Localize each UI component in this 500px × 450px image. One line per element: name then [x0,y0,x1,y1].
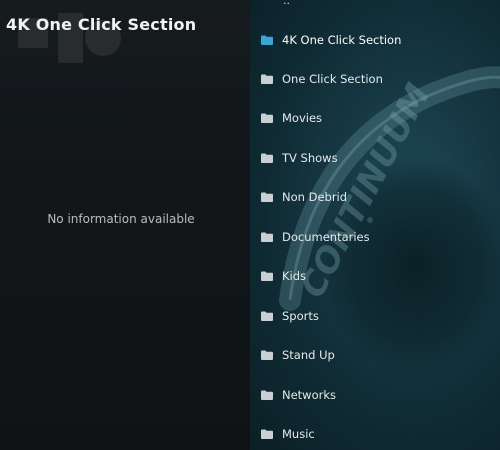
info-panel: 4K One Click Section No information avai… [0,0,250,450]
section-title: 4K One Click Section [6,15,197,34]
menu-item-label: Kids [282,269,307,283]
folder-icon [261,429,273,439]
menu-item-label: Music [282,427,315,441]
menu-item-label: Movies [282,111,323,125]
folder-icon [261,390,273,400]
menu-item-4k-one-click-section[interactable]: 4K One Click Section [250,28,500,52]
menu-item-label: Sports [282,309,319,323]
menu-item-sports[interactable]: Sports [250,304,500,328]
menu-item-music[interactable]: Music [250,422,500,446]
folder-icon [261,35,273,45]
info-placeholder-text: No information available [47,212,195,226]
menu-item-label: TV Shows [282,151,338,165]
folder-icon [261,311,273,321]
menu-item-label: 4K One Click Section [282,33,402,47]
menu-item-label: One Click Section [282,72,383,86]
folder-icon [261,113,273,123]
menu-item-label: Stand Up [282,348,335,362]
menu-item-stand-up[interactable]: Stand Up [250,343,500,367]
menu-item-one-click-section[interactable]: One Click Section [250,67,500,91]
folder-icon [261,74,273,84]
menu-item-kids[interactable]: Kids [250,264,500,288]
folder-icon [261,350,273,360]
menu-item-tv-shows[interactable]: TV Shows [250,146,500,170]
parent-folder-label: .. [283,0,290,7]
menu-item-label: Documentaries [282,230,370,244]
kodi-addon-screen: 4K One Click Section No information avai… [0,0,500,450]
menu-item-networks[interactable]: Networks [250,383,500,407]
folder-icon [261,153,273,163]
folder-icon [261,271,273,281]
parent-folder-item[interactable]: .. [250,0,500,24]
folder-icon [261,192,273,202]
menu-item-movies[interactable]: Movies [250,106,500,130]
menu-panel: CONTINUUM .. 4K One Click Section One Cl… [250,0,500,450]
menu-item-label: Non Debrid [282,190,348,204]
menu-item-label: Networks [282,388,337,402]
menu-item-documentaries[interactable]: Documentaries [250,225,500,249]
folder-icon [261,232,273,242]
menu-item-non-debrid[interactable]: Non Debrid [250,185,500,209]
